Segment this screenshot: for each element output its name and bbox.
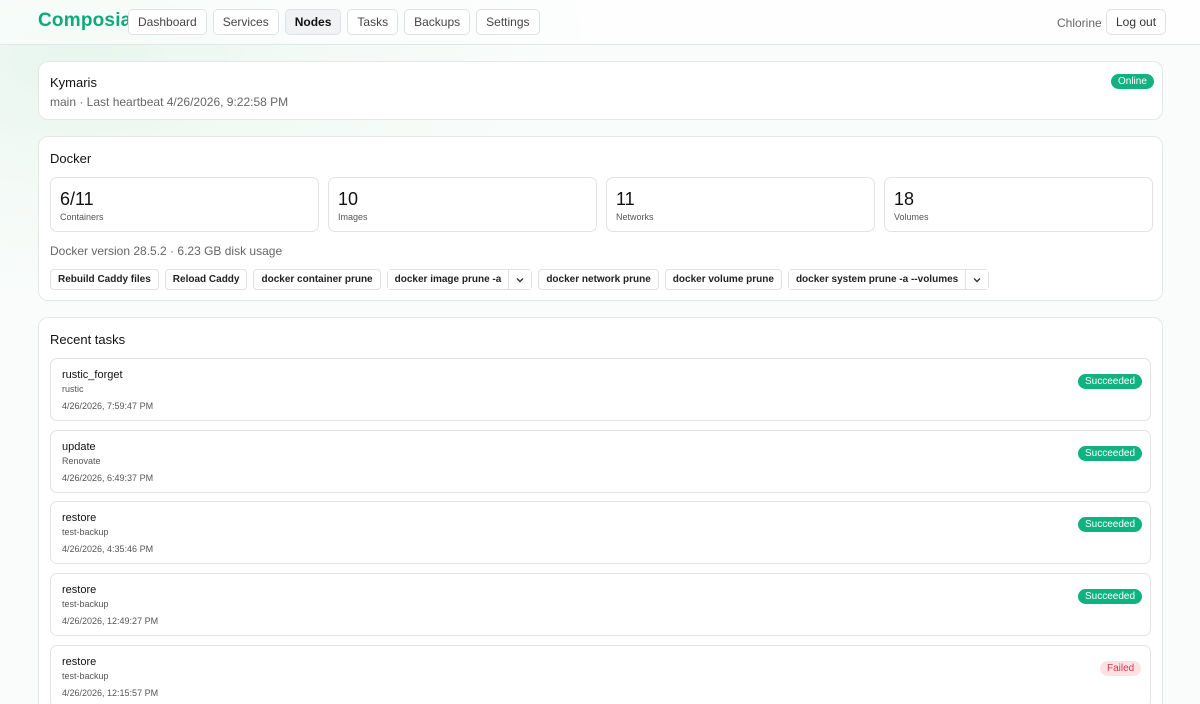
nav-backups[interactable]: Backups (404, 9, 471, 35)
node-meta: main · Last heartbeat 4/26/2026, 9:22:58… (50, 95, 289, 109)
task-name: restore (62, 656, 97, 668)
task-source: test-backup (62, 527, 109, 537)
docker-meta: Docker version 28.5.2 · 6.23 GB disk usa… (50, 244, 283, 258)
docker-actions: Rebuild Caddy files Reload Caddy docker … (50, 269, 990, 290)
docker-card: Docker 6/11 Containers 10 Images 11 Netw… (38, 136, 1163, 301)
task-row[interactable]: update Renovate 4/26/2026, 6:49:37 PM Su… (50, 430, 1151, 493)
task-time: 4/26/2026, 4:35:46 PM (62, 544, 154, 554)
image-prune-dropdown[interactable] (508, 270, 532, 289)
system-prune-dropdown[interactable] (965, 270, 989, 289)
task-row[interactable]: restore test-backup 4/26/2026, 4:35:46 P… (50, 501, 1151, 564)
task-name: rustic_forget (62, 369, 123, 381)
stat-networks: 11 Networks (606, 177, 875, 232)
container-prune-button[interactable]: docker container prune (253, 269, 381, 290)
recent-tasks-title: Recent tasks (50, 332, 126, 347)
stat-containers-value: 6/11 (60, 189, 94, 209)
node-name: Kymaris (50, 75, 97, 90)
nav-dashboard[interactable]: Dashboard (128, 9, 207, 35)
task-name: update (62, 441, 96, 453)
reload-caddy-button[interactable]: Reload Caddy (164, 269, 248, 290)
nav-tasks[interactable]: Tasks (347, 9, 399, 35)
chevron-down-icon (973, 277, 981, 282)
current-user: Chlorine (1057, 16, 1102, 30)
stat-containers-label: Containers (60, 212, 104, 222)
task-time: 4/26/2026, 12:15:57 PM (62, 688, 159, 698)
task-source: test-backup (62, 599, 109, 609)
node-status-badge: Online (1111, 74, 1154, 89)
task-source: test-backup (62, 671, 109, 681)
nav-settings[interactable]: Settings (476, 9, 540, 35)
task-row[interactable]: restore test-backup 4/26/2026, 12:15:57 … (50, 645, 1151, 704)
image-prune-split-button: docker image prune -a (386, 269, 533, 290)
task-time: 4/26/2026, 6:49:37 PM (62, 473, 154, 483)
task-status-badge: Succeeded (1078, 517, 1143, 532)
node-summary-card: Kymaris main · Last heartbeat 4/26/2026,… (38, 61, 1163, 120)
logout-button[interactable]: Log out (1106, 9, 1167, 35)
stat-images-label: Images (338, 212, 368, 222)
stat-images-value: 10 (338, 189, 359, 209)
task-time: 4/26/2026, 12:49:27 PM (62, 616, 159, 626)
task-status-badge: Succeeded (1078, 374, 1143, 389)
task-row[interactable]: rustic_forget rustic 4/26/2026, 7:59:47 … (50, 358, 1151, 421)
image-prune-button[interactable]: docker image prune -a (387, 270, 509, 289)
nav-services[interactable]: Services (212, 9, 279, 35)
task-row[interactable]: restore test-backup 4/26/2026, 12:49:27 … (50, 573, 1151, 636)
brand-logo[interactable]: Composia (38, 10, 131, 32)
task-name: restore (62, 584, 97, 596)
docker-section-title: Docker (50, 151, 92, 166)
docker-stats: 6/11 Containers 10 Images 11 Networks 18… (50, 177, 1153, 232)
chevron-down-icon (516, 277, 524, 282)
stat-images: 10 Images (328, 177, 597, 232)
nav-nodes[interactable]: Nodes (284, 9, 342, 35)
task-status-badge: Failed (1100, 661, 1142, 676)
stat-volumes: 18 Volumes (884, 177, 1153, 232)
stat-networks-value: 11 (616, 189, 635, 209)
task-source: Renovate (62, 456, 101, 466)
top-bar: Composia Dashboard Services Nodes Tasks … (0, 0, 1200, 45)
recent-tasks-card: Recent tasks rustic_forget rustic 4/26/2… (38, 317, 1163, 704)
task-status-badge: Succeeded (1078, 589, 1143, 604)
task-source: rustic (62, 384, 84, 394)
network-prune-button[interactable]: docker network prune (538, 269, 659, 290)
system-prune-split-button: docker system prune -a --volumes (787, 269, 990, 290)
stat-volumes-value: 18 (894, 189, 915, 209)
task-name: restore (62, 512, 97, 524)
stat-containers: 6/11 Containers (50, 177, 319, 232)
volume-prune-button[interactable]: docker volume prune (664, 269, 782, 290)
stat-networks-label: Networks (616, 212, 654, 222)
task-status-badge: Succeeded (1078, 446, 1143, 461)
stat-volumes-label: Volumes (894, 212, 929, 222)
system-prune-button[interactable]: docker system prune -a --volumes (788, 270, 966, 289)
main-nav: Dashboard Services Nodes Tasks Backups S… (128, 9, 540, 35)
task-time: 4/26/2026, 7:59:47 PM (62, 401, 154, 411)
rebuild-caddy-button[interactable]: Rebuild Caddy files (50, 269, 159, 290)
